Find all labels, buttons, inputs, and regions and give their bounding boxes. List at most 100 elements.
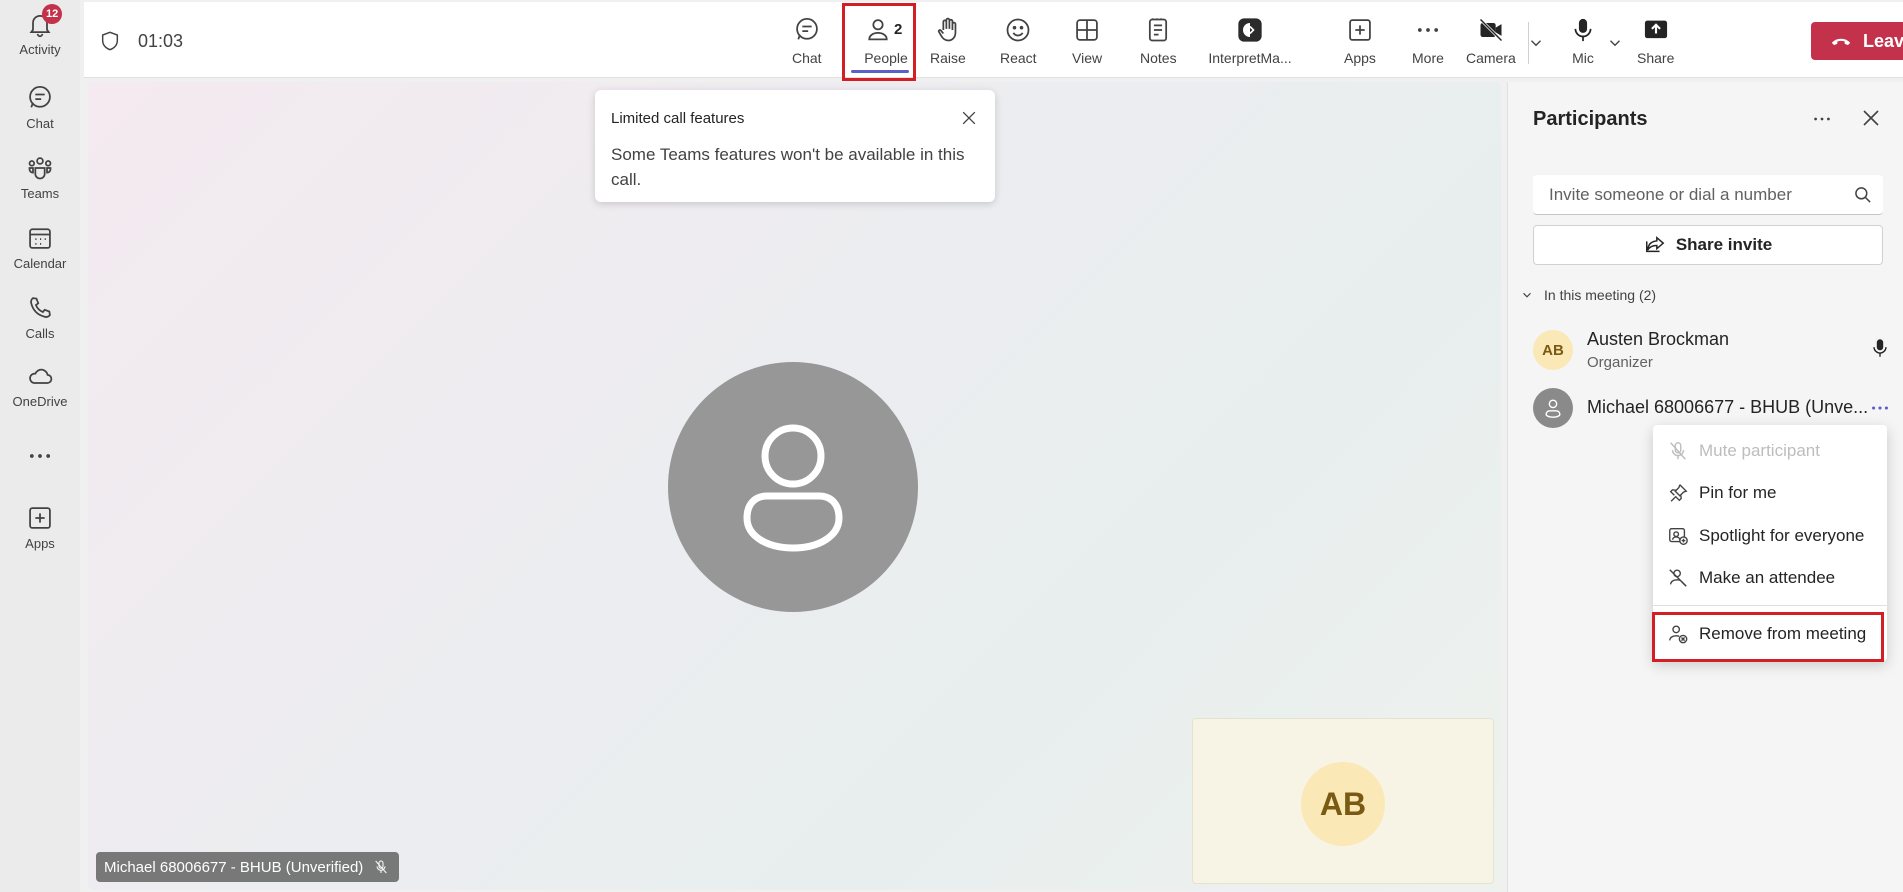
rail-item-more[interactable] xyxy=(0,442,80,474)
leave-button[interactable]: Leave xyxy=(1811,22,1903,60)
share-screen-icon xyxy=(1644,20,1667,39)
hand-icon xyxy=(937,17,957,42)
share-invite-label: Share invite xyxy=(1675,235,1773,254)
mic-options-chevron-icon[interactable] xyxy=(1606,34,1624,52)
make-attendee-item[interactable]: Make an attendee xyxy=(1653,560,1887,596)
chevron-down-icon xyxy=(1523,292,1531,298)
toast-title: Limited call features xyxy=(611,110,745,127)
close-icon[interactable] xyxy=(1859,106,1883,130)
mic-button[interactable]: Mic xyxy=(1569,16,1597,70)
rail-item-label: Teams xyxy=(20,186,60,201)
view-label: View xyxy=(1072,50,1103,66)
name-tag-text: Michael 68006677 - BHUB (Unverified) xyxy=(104,858,364,876)
participant-row[interactable]: AB Austen Brockman Organizer xyxy=(1533,327,1893,377)
menu-item-label: Make an attendee xyxy=(1699,568,1836,587)
pin-for-me-item[interactable]: Pin for me xyxy=(1653,475,1887,511)
teams-icon xyxy=(28,157,52,180)
interpret-label: InterpretMa... xyxy=(1208,50,1292,66)
add-apps-icon xyxy=(29,507,51,529)
app-rail: 12 Activity Chat Teams Calendar Calls On… xyxy=(0,0,80,892)
menu-item-label: Pin for me xyxy=(1699,483,1777,502)
rail-item-label: Apps xyxy=(25,536,55,551)
calendar-icon xyxy=(29,228,51,249)
attendee-icon xyxy=(1669,569,1687,587)
hang-up-icon xyxy=(1831,38,1851,46)
participant-role: Organizer xyxy=(1587,354,1653,371)
leave-label: Leave xyxy=(1863,30,1903,51)
section-label: In this meeting (2) xyxy=(1544,287,1657,303)
more-label: More xyxy=(1412,50,1444,66)
share-icon xyxy=(1645,236,1665,253)
self-avatar: AB xyxy=(1301,762,1385,846)
spotlight-icon xyxy=(1669,527,1688,545)
mute-participant-item: Mute participant xyxy=(1653,433,1887,469)
limited-features-toast: Limited call features Some Teams feature… xyxy=(595,90,995,202)
rail-item-teams[interactable]: Teams xyxy=(0,154,80,201)
invite-search-box[interactable] xyxy=(1533,175,1883,215)
person-icon xyxy=(1545,399,1561,418)
share-button[interactable]: Share xyxy=(1637,16,1674,70)
more-icon xyxy=(1417,28,1438,32)
people-active-indicator xyxy=(851,70,909,73)
raise-label: Raise xyxy=(930,50,966,66)
self-video-tile[interactable]: AB xyxy=(1192,718,1494,884)
share-label: Share xyxy=(1637,50,1675,66)
notes-button[interactable]: Notes xyxy=(1140,16,1177,70)
call-timer: 01:03 xyxy=(138,31,184,51)
mic-off-icon xyxy=(1670,442,1686,460)
rail-item-apps[interactable]: Apps xyxy=(0,504,80,551)
activity-badge: 12 xyxy=(42,4,63,24)
mic-label: Mic xyxy=(1572,50,1594,66)
chat-icon xyxy=(29,86,51,108)
shield-icon[interactable] xyxy=(99,29,121,53)
more-icon xyxy=(29,454,51,458)
react-button[interactable]: React xyxy=(1000,16,1037,70)
apps-button[interactable]: Apps xyxy=(1344,16,1376,70)
more-options-icon[interactable] xyxy=(1869,397,1891,419)
camera-button[interactable]: Camera xyxy=(1466,16,1516,70)
grid-icon xyxy=(1076,19,1098,41)
view-button[interactable]: View xyxy=(1072,16,1102,70)
menu-item-label: Mute participant xyxy=(1699,441,1820,460)
chat-button[interactable]: Chat xyxy=(792,16,822,70)
mic-icon xyxy=(1574,18,1592,42)
notes-icon xyxy=(1149,18,1168,42)
participant-name-tag: Michael 68006677 - BHUB (Unverified) xyxy=(96,852,400,882)
add-apps-icon xyxy=(1349,19,1371,41)
apps-label: Apps xyxy=(1344,50,1376,66)
rail-item-label: Calendar xyxy=(13,256,67,271)
participant-name: Michael 68006677 - BHUB (Unve... xyxy=(1587,397,1869,417)
chat-icon xyxy=(795,18,818,40)
share-invite-button[interactable]: Share invite xyxy=(1533,225,1883,265)
toast-body: Some Teams features won't be available i… xyxy=(611,145,965,189)
rail-item-activity[interactable]: 12 Activity xyxy=(0,4,80,57)
smile-icon xyxy=(1006,18,1030,42)
rail-item-label: Activity xyxy=(19,42,61,57)
in-meeting-section[interactable]: In this meeting (2) xyxy=(1520,287,1656,303)
rail-item-label: OneDrive xyxy=(12,394,68,409)
camera-label: Camera xyxy=(1466,50,1516,66)
more-button[interactable]: More xyxy=(1412,16,1444,70)
close-icon[interactable] xyxy=(959,108,979,128)
spotlight-item[interactable]: Spotlight for everyone xyxy=(1653,518,1887,554)
camera-off-icon xyxy=(1479,18,1503,42)
cloud-icon xyxy=(29,368,53,384)
more-icon[interactable] xyxy=(1811,108,1833,130)
interpret-app-icon xyxy=(1238,18,1262,42)
avatar: AB xyxy=(1533,330,1573,370)
camera-options-chevron-icon[interactable] xyxy=(1527,34,1545,52)
invite-input[interactable] xyxy=(1533,175,1833,215)
raise-hand-button[interactable]: Raise xyxy=(930,16,966,70)
react-label: React xyxy=(1000,50,1037,66)
mic-icon xyxy=(1873,339,1887,357)
rail-item-label: Chat xyxy=(26,116,54,131)
pin-icon xyxy=(1669,484,1688,502)
rail-item-chat[interactable]: Chat xyxy=(0,84,80,131)
rail-item-calendar[interactable]: Calendar xyxy=(0,224,80,271)
panel-title: Participants xyxy=(1533,108,1648,130)
rail-item-onedrive[interactable]: OneDrive xyxy=(0,362,80,409)
rail-item-calls[interactable]: Calls xyxy=(0,294,80,341)
search-icon[interactable] xyxy=(1853,185,1873,205)
interpret-app-button[interactable]: InterpretMa... xyxy=(1200,16,1300,70)
phone-icon xyxy=(30,297,51,318)
